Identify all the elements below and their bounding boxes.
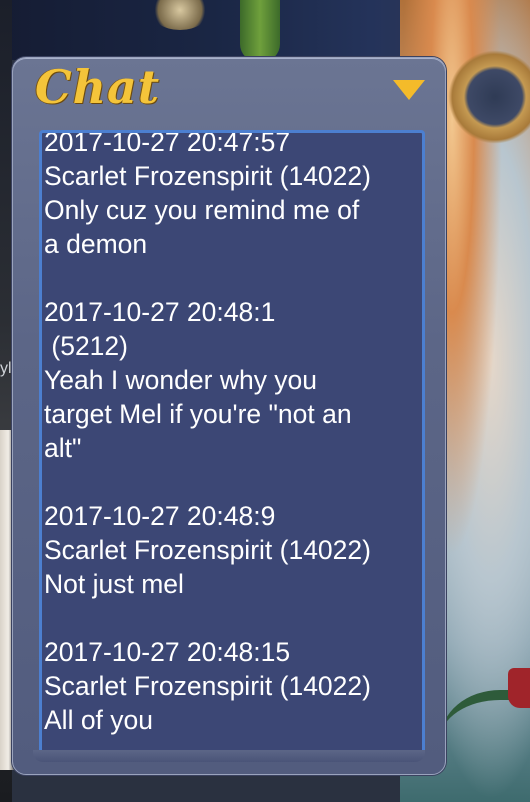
chat-message-sender[interactable]: Scarlet Frozenspirit (14022) [44, 669, 422, 703]
chat-message-timestamp: 2017-10-27 20:47:57 [44, 130, 291, 157]
chat-message-timestamp: 2017-10-27 20:48:15 [44, 637, 291, 667]
chat-message-text: Not just mel [44, 569, 184, 599]
chat-message-sender[interactable]: (5212) [44, 329, 422, 363]
chat-message: 2017-10-27 20:48:1 (5212) Yeah I wonder w… [44, 295, 422, 465]
chat-message-text: target Mel if you're "not an [44, 399, 352, 429]
game-screen: yl Chat 2017-10-27 20:47:57 Scarlet Froze… [0, 0, 530, 802]
chat-message: 2017-10-27 20:48:15 Scarlet Frozenspirit … [44, 635, 422, 737]
background-vine-stem [240, 0, 280, 62]
chat-message-text: a demon [44, 229, 148, 259]
chat-panel-footer [33, 750, 425, 762]
chat-message-sender[interactable]: Scarlet Frozenspirit (14022) [44, 159, 422, 193]
chat-message-text: All of you [44, 705, 154, 735]
chat-message-sender[interactable]: Scarlet Frozenspirit (14022) [44, 533, 422, 567]
chat-message: 2017-10-27 20:47:57 Scarlet Frozenspirit … [44, 130, 422, 261]
chat-message-list[interactable]: 2017-10-27 20:47:57 Scarlet Frozenspirit … [39, 130, 425, 754]
chat-message: 2017-10-27 20:48:9 Scarlet Frozenspirit (… [44, 499, 422, 601]
chat-panel: Chat 2017-10-27 20:47:57 Scarlet Frozensp… [12, 57, 446, 775]
chat-scroll-area[interactable]: 2017-10-27 20:47:57 Scarlet Frozenspirit … [44, 130, 422, 751]
background-left-edge-text: yl [0, 360, 12, 377]
chat-message-timestamp: 2017-10-27 20:48:9 [44, 501, 276, 531]
chat-message-text: Yeah I wonder why you [44, 365, 318, 395]
triangle-down-icon[interactable] [393, 80, 425, 100]
chat-message-timestamp: 2017-10-27 20:48:1 [44, 297, 276, 327]
chat-message-text: Only cuz you remind me of [44, 195, 360, 225]
chat-message-text: alt" [44, 433, 82, 463]
background-character-fragment [508, 668, 530, 708]
chat-title: Chat [35, 60, 161, 114]
